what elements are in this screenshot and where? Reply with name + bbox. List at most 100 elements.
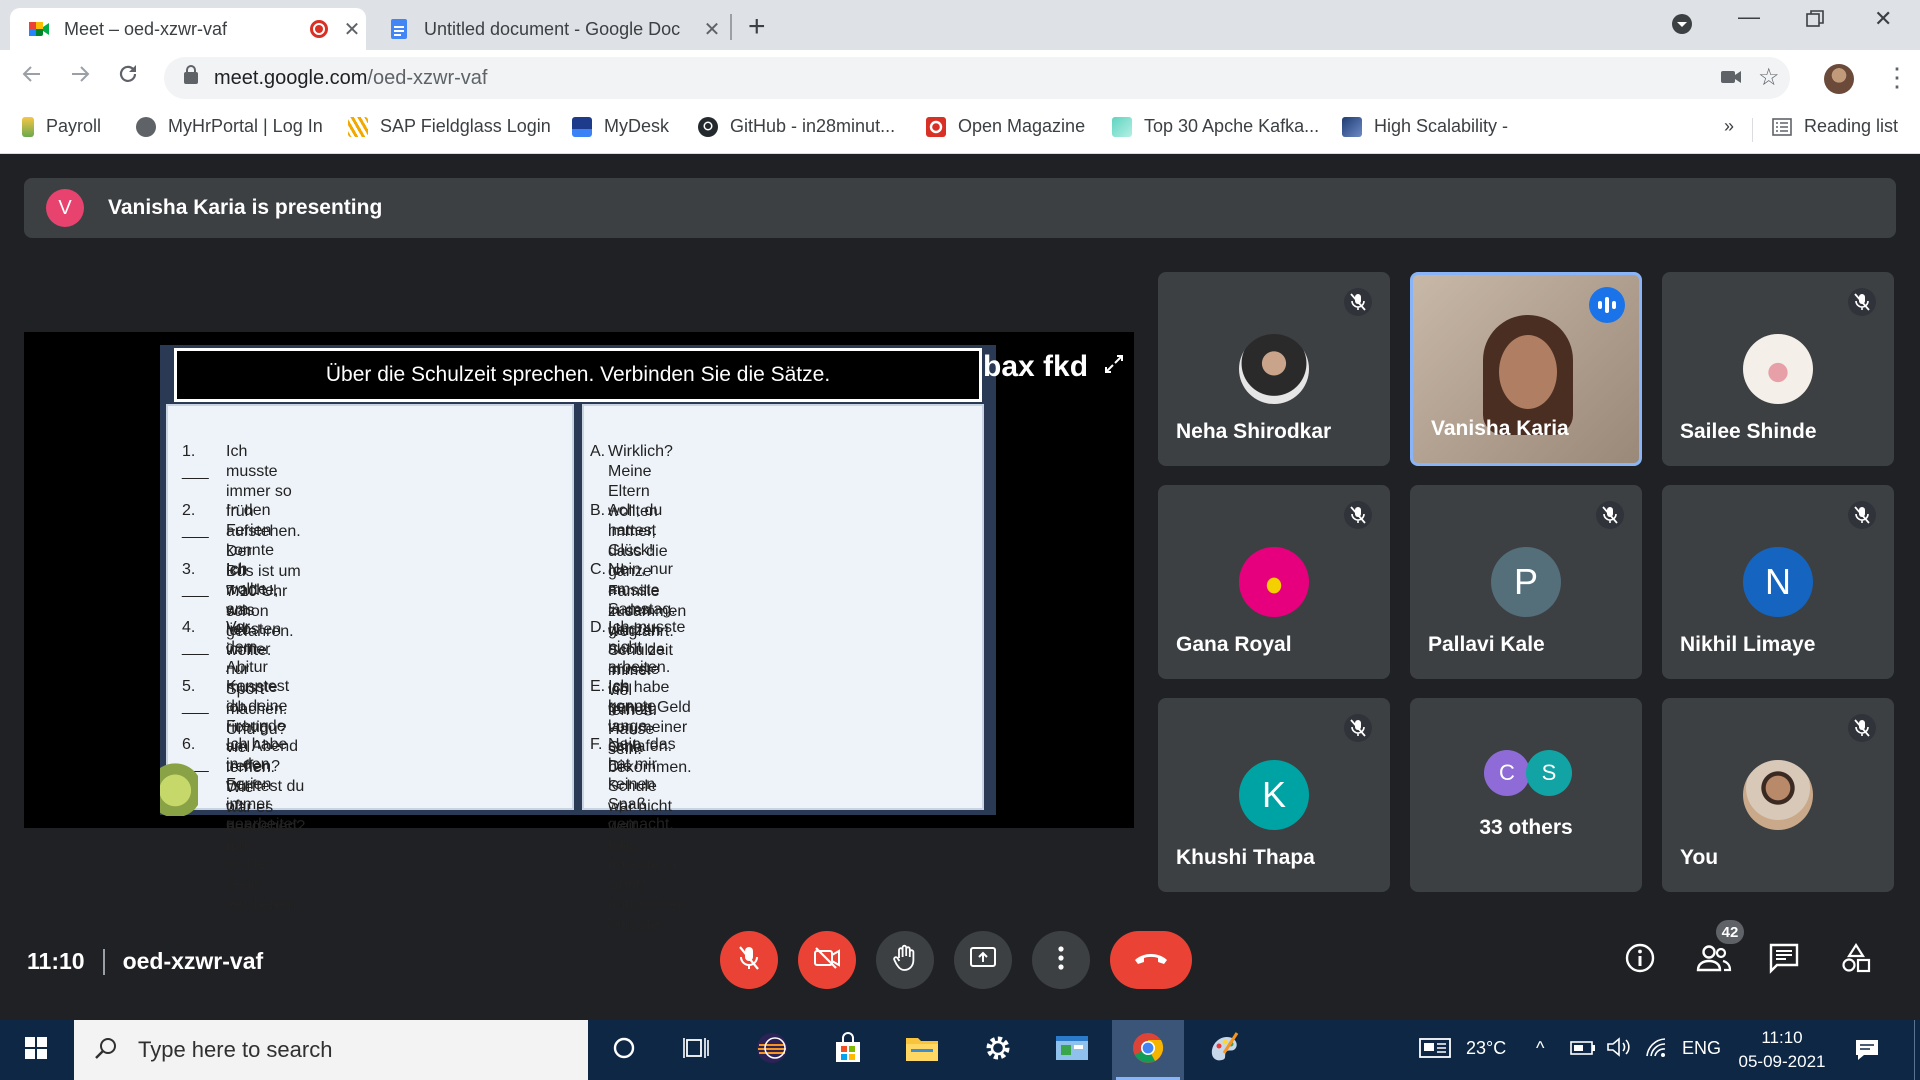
tab-meet[interactable]: Meet – oed-xzwr-vaf ✕ <box>10 8 366 50</box>
participant-tile-you[interactable]: You <box>1662 698 1894 892</box>
profile-avatar[interactable] <box>1824 64 1854 94</box>
bookmark-myhrportal[interactable]: MyHrPortal | Log In <box>136 116 323 137</box>
item-line: Nein, das hat mir keinen Spaß gemacht. I… <box>608 736 676 853</box>
taskbar-app-settings[interactable] <box>962 1020 1034 1080</box>
url-path: /oed-xzwr-vaf <box>367 66 488 89</box>
notification-center-icon[interactable] <box>1854 1038 1880 1067</box>
folder-icon <box>905 1034 939 1067</box>
forward-icon[interactable] <box>68 62 92 93</box>
bookmark-star-icon[interactable]: ☆ <box>1758 63 1780 92</box>
bookmark-kafka[interactable]: Top 30 Apche Kafka... <box>1112 116 1319 137</box>
cortana-button[interactable] <box>588 1020 660 1080</box>
presenting-text: Vanisha Karia is presenting <box>108 196 383 219</box>
eclipse-icon <box>755 1031 789 1070</box>
gear-icon <box>983 1033 1013 1068</box>
reading-list-button[interactable]: Reading list <box>1772 116 1898 137</box>
item-letter: A. <box>590 443 606 460</box>
chat-button[interactable] <box>1768 942 1800 979</box>
leave-call-button[interactable] <box>1110 931 1192 989</box>
more-options-button[interactable] <box>1032 931 1090 989</box>
meeting-details: 11:10 oed-xzwr-vaf <box>27 948 263 975</box>
item-number: 2. ___ <box>182 502 209 539</box>
taskbar-app-store[interactable] <box>812 1020 884 1080</box>
activities-button[interactable] <box>1840 942 1872 979</box>
participant-tile-neha[interactable]: Neha Shirodkar <box>1158 272 1390 466</box>
participant-tile-others[interactable]: C S 33 others <box>1410 698 1642 892</box>
bookmark-payroll[interactable]: Payroll <box>22 116 101 137</box>
minimize-icon[interactable]: — <box>1738 4 1760 30</box>
slide-title: Über die Schulzeit sprechen. Verbinden S… <box>174 348 982 402</box>
people-button[interactable] <box>1696 942 1732 979</box>
lock-icon[interactable] <box>184 65 198 84</box>
camera-toggle-button[interactable] <box>798 931 856 989</box>
show-hidden-icons-chevron-icon[interactable]: ^ <box>1536 1038 1544 1059</box>
wifi-icon[interactable] <box>1644 1036 1668 1063</box>
restore-icon[interactable] <box>1806 8 1824 34</box>
tab-search-icon[interactable] <box>1670 12 1694 42</box>
taskbar-app-paint[interactable] <box>1188 1020 1260 1080</box>
close-tab-icon[interactable]: ✕ <box>698 17 726 42</box>
chrome-menu-icon[interactable]: ⋮ <box>1884 62 1910 93</box>
address-bar[interactable]: meet.google.com/oed-xzwr-vaf ☆ <box>164 57 1790 99</box>
bookmark-label: MyDesk <box>604 116 670 136</box>
close-window-icon[interactable]: ✕ <box>1874 6 1892 32</box>
bookmarks-overflow-button[interactable]: » <box>1724 116 1734 137</box>
participant-tile-vanisha[interactable]: Vanisha Karia <box>1410 272 1642 466</box>
weather-temperature[interactable]: 23°C <box>1466 1038 1506 1059</box>
bookmark-sap-fieldglass[interactable]: SAP Fieldglass Login <box>348 116 551 137</box>
participant-tile-khushi[interactable]: K Khushi Thapa <box>1158 698 1390 892</box>
weather-widget[interactable] <box>1418 1036 1452 1065</box>
expand-icon[interactable] <box>1104 354 1124 380</box>
participant-name: Neha Shirodkar <box>1176 420 1332 443</box>
participant-tile-sailee[interactable]: Sailee Shinde <box>1662 272 1894 466</box>
participant-tile-gana[interactable]: Gana Royal <box>1158 485 1390 679</box>
item-number: 4. ___ <box>182 619 209 656</box>
stage-caption: bax fkd <box>983 350 1089 383</box>
bookmark-mydesk[interactable]: MyDesk <box>572 116 669 137</box>
back-icon[interactable] <box>20 62 44 93</box>
task-view-button[interactable] <box>660 1020 732 1080</box>
globe-icon <box>136 116 156 137</box>
mic-off-icon <box>1344 714 1372 742</box>
item-number: 5. ___ <box>182 678 209 715</box>
bookmark-high-scalability[interactable]: High Scalability - <box>1342 116 1508 137</box>
recording-icon <box>310 20 328 38</box>
raise-hand-button[interactable] <box>876 931 934 989</box>
camera-in-use-icon[interactable] <box>1720 65 1742 91</box>
taskbar-app-chrome[interactable] <box>1112 1020 1184 1080</box>
present-now-button[interactable] <box>954 931 1012 989</box>
clock-time: 11:10 <box>1761 1028 1803 1047</box>
participant-photo <box>1239 547 1309 617</box>
taskbar-app-eclipse[interactable] <box>736 1020 808 1080</box>
show-desktop-button[interactable] <box>1914 1020 1920 1080</box>
more-vert-icon <box>1058 945 1064 975</box>
bookmark-label: Payroll <box>46 116 102 136</box>
battery-icon[interactable] <box>1570 1040 1596 1061</box>
bookmark-github[interactable]: GitHub - in28minut... <box>698 116 895 137</box>
participant-tile-pallavi[interactable]: P Pallavi Kale <box>1410 485 1642 679</box>
speaking-indicator-icon <box>1589 287 1625 323</box>
mic-toggle-button[interactable] <box>720 931 778 989</box>
taskbar-clock[interactable]: 11:10 05-09-2021 <box>1732 1026 1832 1074</box>
bookmark-label: High Scalability - <box>1374 116 1509 136</box>
close-tab-icon[interactable]: ✕ <box>338 17 366 42</box>
fieldglass-icon <box>348 116 368 137</box>
tab-title: Untitled document - Google Doc <box>424 18 681 39</box>
bookmark-label: Top 30 Apche Kafka... <box>1144 116 1320 136</box>
tab-google-docs[interactable]: Untitled document - Google Doc ✕ <box>370 8 726 50</box>
others-count-label: 33 others <box>1479 816 1573 839</box>
new-tab-button[interactable]: + <box>748 10 766 44</box>
present-screen-icon <box>969 946 997 975</box>
volume-icon[interactable] <box>1606 1036 1632 1063</box>
taskbar-app-control-panel[interactable] <box>1036 1020 1108 1080</box>
taskbar-app-file-explorer[interactable] <box>886 1020 958 1080</box>
bookmark-open-magazine[interactable]: Open Magazine <box>926 116 1085 137</box>
participant-tile-nikhil[interactable]: N Nikhil Limaye <box>1662 485 1894 679</box>
input-language[interactable]: ENG <box>1682 1038 1721 1059</box>
reload-icon[interactable] <box>116 62 140 93</box>
taskbar-search[interactable]: Type here to search <box>74 1020 588 1080</box>
meeting-details-button[interactable] <box>1624 942 1656 979</box>
slide-decoration <box>160 752 198 816</box>
item-line: wollte Geld verdienen. <box>226 856 301 913</box>
start-button[interactable] <box>0 1020 72 1080</box>
